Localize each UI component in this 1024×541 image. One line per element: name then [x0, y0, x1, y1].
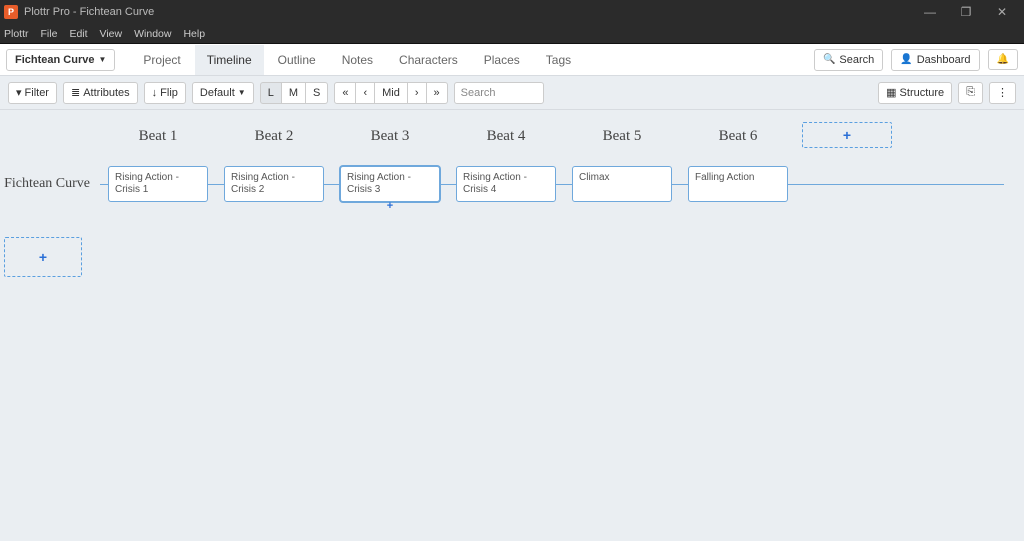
menu-plottr[interactable]: Plottr — [4, 28, 29, 40]
menu-file[interactable]: File — [41, 28, 58, 40]
attributes-button[interactable]: ≣ Attributes — [63, 82, 138, 104]
add-chapter-button[interactable]: + — [802, 122, 892, 148]
chevron-down-icon: ▼ — [98, 55, 106, 64]
document-name: Fichtean Curve — [15, 54, 94, 66]
structure-button[interactable]: ▦ Structure — [878, 82, 952, 104]
zoom-small[interactable]: S — [306, 82, 328, 104]
list-icon: ≣ — [71, 86, 80, 99]
document-dropdown[interactable]: Fichtean Curve ▼ — [6, 49, 115, 71]
beat-header[interactable]: Beat 6 — [680, 122, 796, 159]
add-card-below-button[interactable]: + — [387, 200, 393, 213]
timeline-toolbar: ▾ Filter ≣ Attributes ↓ Flip Default ▼ L… — [0, 76, 1024, 110]
user-icon: 👤 — [900, 54, 912, 65]
top-nav: Fichtean Curve ▼ Project Timeline Outlin… — [0, 44, 1024, 76]
nav-tabs: Project Timeline Outline Notes Character… — [131, 45, 583, 75]
notifications-button[interactable]: 🔔 — [988, 49, 1018, 70]
menubar: Plottr File Edit View Window Help — [0, 24, 1024, 44]
structure-label: Structure — [900, 87, 945, 99]
beat-header[interactable]: Beat 5 — [564, 122, 680, 159]
filter-label: Filter — [25, 87, 49, 99]
window-title: Plottr Pro - Fichtean Curve — [24, 6, 154, 18]
timeline-search-input[interactable]: Search — [454, 82, 544, 104]
timeline-canvas: Beat 1 Beat 2 Beat 3 Beat 4 Beat 5 Beat … — [0, 110, 1024, 277]
menu-help[interactable]: Help — [183, 28, 205, 40]
default-label: Default — [200, 87, 235, 99]
window-maximize-button[interactable]: ❐ — [948, 5, 984, 19]
zoom-group: L M S — [260, 82, 329, 104]
scene-card[interactable]: Rising Action - Crisis 2 — [224, 166, 324, 202]
more-button[interactable]: ⋮ — [989, 82, 1016, 104]
export-icon: ⎘ — [966, 86, 975, 99]
add-plotline-button[interactable]: + — [4, 237, 82, 277]
nav-first[interactable]: « — [334, 82, 356, 104]
menu-view[interactable]: View — [100, 28, 123, 40]
scene-card[interactable]: Rising Action - Crisis 1 — [108, 166, 208, 202]
chevron-down-icon: ▼ — [238, 88, 246, 97]
tab-project[interactable]: Project — [131, 45, 192, 75]
scene-card[interactable]: Rising Action - Crisis 4 — [456, 166, 556, 202]
window-titlebar: P Plottr Pro - Fichtean Curve — ❐ ✕ — [0, 0, 1024, 24]
nav-mid[interactable]: Mid — [375, 82, 408, 104]
scene-card-text: Rising Action - Crisis 3 — [347, 172, 411, 195]
beat-header[interactable]: Beat 4 — [448, 122, 564, 159]
plotline-name[interactable]: Fichtean Curve — [0, 176, 100, 192]
tab-outline[interactable]: Outline — [266, 45, 328, 75]
grid-icon: ▦ — [886, 86, 896, 99]
filter-button[interactable]: ▾ Filter — [8, 82, 57, 104]
scene-card[interactable]: Falling Action — [688, 166, 788, 202]
export-button[interactable]: ⎘ — [958, 82, 983, 104]
tab-timeline[interactable]: Timeline — [195, 45, 264, 75]
zoom-medium[interactable]: M — [282, 82, 306, 104]
flip-button[interactable]: ↓ Flip — [144, 82, 186, 104]
menu-window[interactable]: Window — [134, 28, 171, 40]
tab-notes[interactable]: Notes — [330, 45, 385, 75]
nav-last[interactable]: » — [427, 82, 448, 104]
flip-icon: ↓ — [152, 87, 158, 99]
beats-header-row: Beat 1 Beat 2 Beat 3 Beat 4 Beat 5 Beat … — [0, 122, 1024, 159]
default-dropdown[interactable]: Default ▼ — [192, 82, 254, 104]
plotline-row: Fichtean Curve Rising Action - Crisis 1 … — [0, 159, 1024, 209]
menu-edit[interactable]: Edit — [69, 28, 87, 40]
tab-places[interactable]: Places — [472, 45, 532, 75]
attributes-label: Attributes — [83, 87, 129, 99]
beat-header[interactable]: Beat 1 — [100, 122, 216, 159]
search-icon: 🔍 — [823, 54, 835, 65]
more-icon: ⋮ — [997, 86, 1008, 99]
filter-icon: ▾ — [16, 86, 22, 99]
nav-prev[interactable]: ‹ — [356, 82, 375, 104]
search-button[interactable]: 🔍 Search — [814, 49, 883, 71]
search-button-label: Search — [839, 54, 874, 66]
bell-icon: 🔔 — [997, 54, 1009, 65]
window-minimize-button[interactable]: — — [912, 5, 948, 19]
card-row: Rising Action - Crisis 1 Rising Action -… — [100, 166, 796, 202]
zoom-large[interactable]: L — [260, 82, 282, 104]
nav-next[interactable]: › — [408, 82, 427, 104]
nav-group: « ‹ Mid › » — [334, 82, 447, 104]
beat-header[interactable]: Beat 2 — [216, 122, 332, 159]
dashboard-button[interactable]: 👤 Dashboard — [891, 49, 979, 71]
dashboard-button-label: Dashboard — [917, 54, 971, 66]
tab-characters[interactable]: Characters — [387, 45, 470, 75]
beat-header[interactable]: Beat 3 — [332, 122, 448, 159]
flip-label: Flip — [160, 87, 178, 99]
scene-card[interactable]: Rising Action - Crisis 3 + — [340, 166, 440, 202]
window-close-button[interactable]: ✕ — [984, 5, 1020, 19]
scene-card[interactable]: Climax — [572, 166, 672, 202]
tab-tags[interactable]: Tags — [534, 45, 583, 75]
app-icon: P — [4, 5, 18, 19]
search-placeholder: Search — [461, 87, 496, 99]
